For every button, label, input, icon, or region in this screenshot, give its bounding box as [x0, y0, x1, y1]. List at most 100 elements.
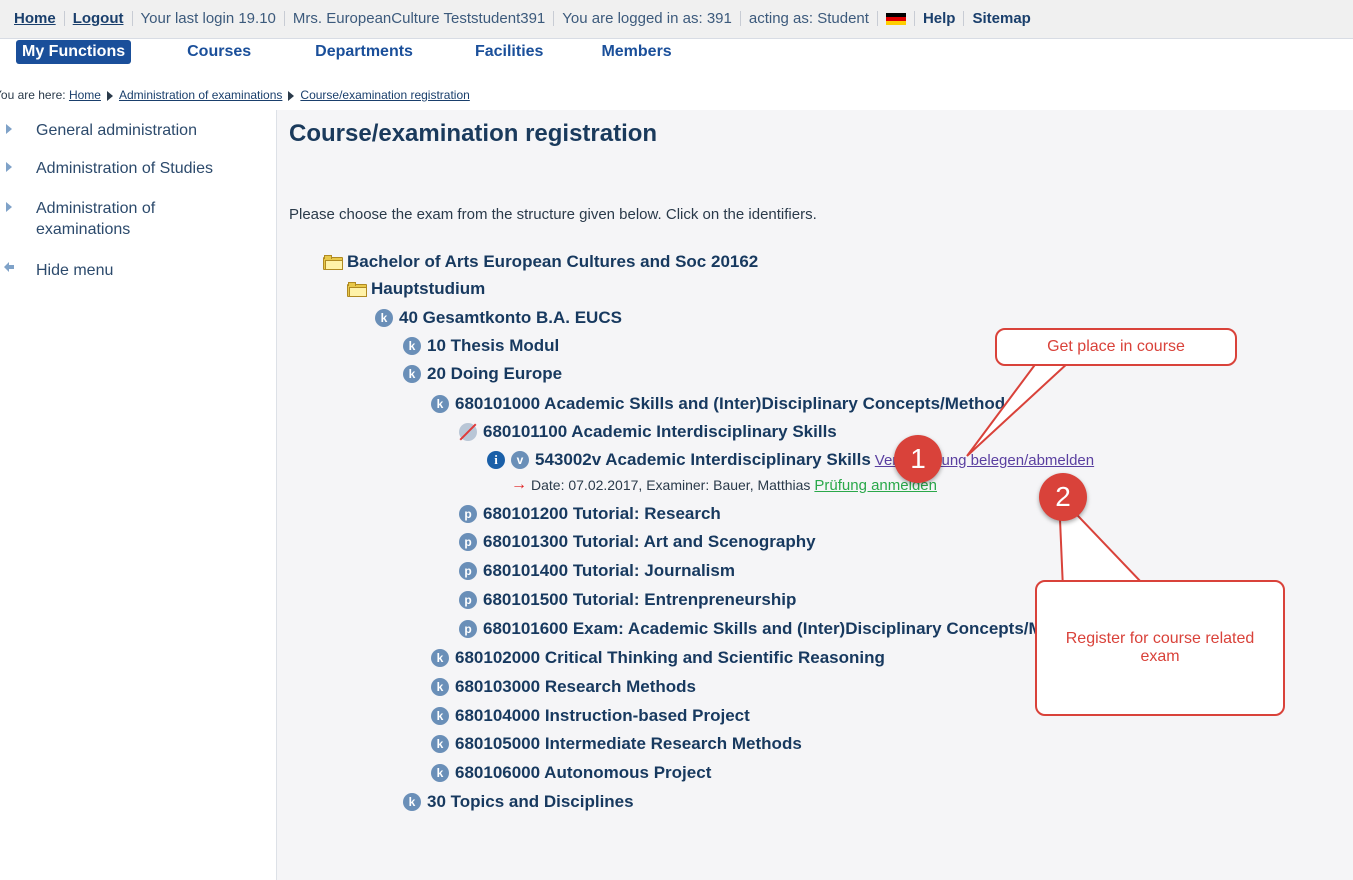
tree-row[interactable]: i v 543002v Academic Interdisciplinary Ski…	[487, 448, 1094, 472]
user-name: Mrs. EuropeanCulture Teststudent391	[285, 10, 555, 26]
k-circle-icon: k	[375, 309, 393, 327]
tree-row[interactable]: 680101100 Academic Interdisciplinary Ski…	[459, 420, 837, 444]
tree-row[interactable]: p 680101500 Tutorial: Entrenpreneurship	[459, 588, 796, 612]
p-circle-icon: p	[459, 591, 477, 609]
tree-row[interactable]: k 20 Doing Europe	[403, 362, 562, 386]
tree-row-label[interactable]: 680101300 Tutorial: Art and Scenography	[483, 532, 816, 552]
home-link[interactable]: Home	[0, 10, 65, 26]
tree-row-label[interactable]: Date: 07.02.2017, Examiner: Bauer, Matth…	[531, 477, 810, 493]
triangle-right-icon	[6, 202, 12, 212]
tree-row[interactable]: k 10 Thesis Modul	[403, 334, 559, 358]
tree-row-label[interactable]: 680101100 Academic Interdisciplinary Ski…	[483, 422, 837, 442]
top-bar-row: Home Logout Your last login 19.10 Mrs. E…	[0, 0, 1353, 36]
tree-row-label[interactable]: 680106000 Autonomous Project	[455, 763, 711, 783]
p-circle-icon: p	[459, 533, 477, 551]
k-circle-icon: k	[403, 337, 421, 355]
breadcrumb-current[interactable]: Course/examination registration	[300, 88, 469, 102]
tree-row[interactable]: k 680104000 Instruction-based Project	[431, 704, 750, 728]
last-login-text: Your last login 19.10	[133, 10, 285, 26]
breadcrumb-home[interactable]: Home	[69, 88, 101, 102]
k-circle-icon: k	[403, 365, 421, 383]
tree-row-label[interactable]: 40 Gesamtkonto B.A. EUCS	[399, 308, 622, 328]
folder-icon	[347, 281, 367, 297]
k-circle-icon: k	[403, 793, 421, 811]
page-title: Course/examination registration	[289, 120, 658, 147]
sidebar-item-label: Administration of examinations	[36, 200, 156, 238]
callout-register-exam-text: Register for course related exam	[1065, 630, 1255, 665]
sidebar: General administration Administration of…	[0, 110, 276, 880]
triangle-right-icon	[6, 162, 12, 172]
sidebar-item-label: Administration of Studies	[36, 160, 213, 177]
badge-two: 2	[1039, 473, 1087, 521]
instructions-text: Please choose the exam from the structur…	[289, 206, 817, 223]
logout-link[interactable]: Logout	[65, 10, 133, 26]
k-circle-icon: k	[431, 395, 449, 413]
tree-row[interactable]: Bachelor of Arts European Cultures and S…	[323, 250, 758, 274]
nav-departments[interactable]: Departments	[315, 43, 413, 61]
logged-in-as: You are logged in as: 391	[554, 10, 741, 26]
k-circle-icon: k	[431, 678, 449, 696]
tree-row-label[interactable]: 543002v Academic Interdisciplinary Skill…	[535, 450, 871, 470]
k-circle-icon: k	[431, 649, 449, 667]
acting-as: acting as: Student	[741, 10, 878, 26]
tree-row[interactable]: k 680101000 Academic Skills and (Inter)Di…	[431, 392, 1015, 416]
nav-members[interactable]: Members	[601, 43, 671, 61]
tree-row-label[interactable]: Bachelor of Arts European Cultures and S…	[347, 252, 758, 272]
k-circle-icon: k	[431, 764, 449, 782]
tree-row-label[interactable]: 680101400 Tutorial: Journalism	[483, 561, 735, 581]
german-flag-icon[interactable]	[878, 10, 915, 26]
tree-row-label[interactable]: 680103000 Research Methods	[455, 677, 696, 697]
breadcrumb-separator-icon	[106, 90, 113, 101]
sitemap-link[interactable]: Sitemap	[964, 11, 1038, 26]
tree-row[interactable]: k 680106000 Autonomous Project	[431, 761, 711, 785]
top-bar: Home Logout Your last login 19.10 Mrs. E…	[0, 0, 1353, 39]
tree-row-label[interactable]: 30 Topics and Disciplines	[427, 792, 634, 812]
nav-courses[interactable]: Courses	[187, 43, 251, 61]
v-circle-icon: v	[511, 451, 529, 469]
nav-facilities[interactable]: Facilities	[475, 43, 543, 61]
tree-row-label[interactable]: 680105000 Intermediate Research Methods	[455, 734, 802, 754]
breadcrumb-separator-icon	[288, 90, 295, 101]
tree-row-label[interactable]: 680101500 Tutorial: Entrenpreneurship	[483, 590, 796, 610]
tree-row[interactable]: p 680101400 Tutorial: Journalism	[459, 559, 735, 583]
red-arrow-icon: →	[511, 476, 527, 493]
breadcrumb-prefix: You are here:	[0, 88, 66, 102]
sidebar-item-label: General administration	[36, 122, 197, 139]
p-circle-icon: p	[459, 620, 477, 638]
tree-row-label[interactable]: 680104000 Instruction-based Project	[455, 706, 750, 726]
callout-get-place: Get place in course	[995, 328, 1237, 366]
info-icon[interactable]: i	[487, 451, 505, 469]
hide-menu-arrow-icon	[4, 262, 14, 272]
tree-row[interactable]: p 680101200 Tutorial: Research	[459, 502, 721, 526]
tree-row[interactable]: k 40 Gesamtkonto B.A. EUCS	[375, 306, 622, 330]
tree-row[interactable]: Hauptstudium	[347, 277, 485, 301]
tree-row[interactable]: p 680101600 Exam: Academic Skills and (In…	[459, 617, 1098, 641]
breadcrumb: You are here: Home Administration of exam…	[0, 88, 470, 102]
k-circle-icon: k	[431, 707, 449, 725]
tree-row-label[interactable]: 680101000 Academic Skills and (Inter)Dis…	[455, 394, 1015, 414]
tree-row[interactable]: k 680103000 Research Methods	[431, 675, 696, 699]
tree-row-label[interactable]: 10 Thesis Modul	[427, 336, 559, 356]
tree-row-label[interactable]: 680101600 Exam: Academic Skills and (Int…	[483, 619, 1098, 639]
callout-register-exam: Register for course related exam	[1035, 580, 1285, 716]
tree-row[interactable]: k 680102000 Critical Thinking and Scienti…	[431, 646, 885, 670]
sidebar-item-label: Hide menu	[36, 262, 114, 279]
triangle-right-icon	[6, 124, 12, 134]
tree-row[interactable]: → Date: 07.02.2017, Examiner: Bauer, Matt…	[511, 473, 937, 497]
tree-row-label[interactable]: Hauptstudium	[371, 279, 485, 299]
callout-get-place-text: Get place in course	[1047, 338, 1185, 355]
k-circle-icon: k	[431, 735, 449, 753]
badge-one: 1	[894, 435, 942, 483]
tree-row[interactable]: p 680101300 Tutorial: Art and Scenography	[459, 530, 816, 554]
main-nav: My Functions Courses Departments Facilit…	[0, 38, 1353, 66]
help-link[interactable]: Help	[915, 10, 965, 26]
nav-my-functions[interactable]: My Functions	[16, 40, 132, 64]
p-circle-icon: p	[459, 562, 477, 580]
tree-row-label[interactable]: 680102000 Critical Thinking and Scientif…	[455, 648, 885, 668]
tree-row-label[interactable]: 20 Doing Europe	[427, 364, 562, 384]
breadcrumb-admin-exams[interactable]: Administration of examinations	[119, 88, 282, 102]
main-content: Course/examination registration Please c…	[276, 110, 1353, 880]
tree-row[interactable]: k 30 Topics and Disciplines	[403, 790, 634, 814]
tree-row[interactable]: k 680105000 Intermediate Research Methods	[431, 732, 802, 756]
tree-row-label[interactable]: 680101200 Tutorial: Research	[483, 504, 721, 524]
